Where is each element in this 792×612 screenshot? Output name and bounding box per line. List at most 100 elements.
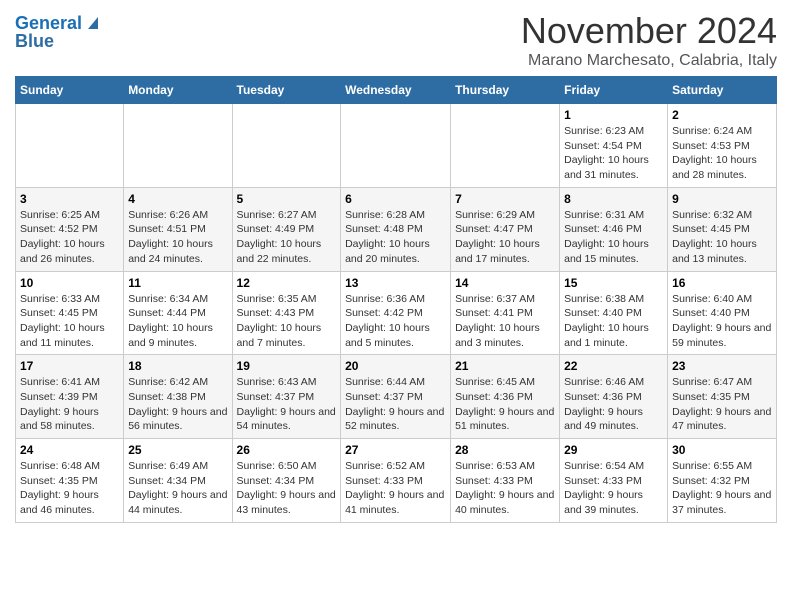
day-info: Sunrise: 6:44 AM Sunset: 4:37 PM Dayligh… [345, 375, 446, 434]
day-number: 1 [564, 108, 663, 122]
day-info: Sunrise: 6:23 AM Sunset: 4:54 PM Dayligh… [564, 124, 663, 183]
day-info: Sunrise: 6:47 AM Sunset: 4:35 PM Dayligh… [672, 375, 772, 434]
day-cell: 8 Sunrise: 6:31 AM Sunset: 4:46 PM Daylig… [560, 187, 668, 271]
col-header-saturday: Saturday [668, 77, 777, 104]
day-cell: 26 Sunrise: 6:50 AM Sunset: 4:34 PM Dayli… [232, 439, 341, 523]
day-cell: 28 Sunrise: 6:53 AM Sunset: 4:33 PM Dayli… [451, 439, 560, 523]
day-number: 21 [455, 359, 555, 373]
day-number: 10 [20, 276, 119, 290]
day-number: 16 [672, 276, 772, 290]
col-header-thursday: Thursday [451, 77, 560, 104]
day-number: 2 [672, 108, 772, 122]
day-info: Sunrise: 6:28 AM Sunset: 4:48 PM Dayligh… [345, 208, 446, 267]
day-info: Sunrise: 6:31 AM Sunset: 4:46 PM Dayligh… [564, 208, 663, 267]
day-cell: 2 Sunrise: 6:24 AM Sunset: 4:53 PM Daylig… [668, 104, 777, 188]
day-info: Sunrise: 6:24 AM Sunset: 4:53 PM Dayligh… [672, 124, 772, 183]
day-info: Sunrise: 6:49 AM Sunset: 4:34 PM Dayligh… [128, 459, 227, 518]
day-cell: 25 Sunrise: 6:49 AM Sunset: 4:34 PM Dayli… [124, 439, 232, 523]
day-cell: 27 Sunrise: 6:52 AM Sunset: 4:33 PM Dayli… [341, 439, 451, 523]
day-info: Sunrise: 6:29 AM Sunset: 4:47 PM Dayligh… [455, 208, 555, 267]
header: General Blue November 2024 Marano Marche… [15, 10, 777, 70]
day-cell: 4 Sunrise: 6:26 AM Sunset: 4:51 PM Daylig… [124, 187, 232, 271]
week-row-4: 17Sunrise: 6:41 AM Sunset: 4:39 PM Dayli… [16, 355, 777, 439]
location: Marano Marchesato, Calabria, Italy [521, 52, 777, 70]
day-number: 28 [455, 443, 555, 457]
col-header-friday: Friday [560, 77, 668, 104]
day-cell: 3Sunrise: 6:25 AM Sunset: 4:52 PM Daylig… [16, 187, 124, 271]
day-cell [451, 104, 560, 188]
day-number: 25 [128, 443, 227, 457]
day-number: 9 [672, 192, 772, 206]
day-cell: 15 Sunrise: 6:38 AM Sunset: 4:40 PM Dayli… [560, 271, 668, 355]
day-number: 23 [672, 359, 772, 373]
day-cell: 22 Sunrise: 6:46 AM Sunset: 4:36 PM Dayli… [560, 355, 668, 439]
day-info: Sunrise: 6:35 AM Sunset: 4:43 PM Dayligh… [237, 292, 337, 351]
day-info: Sunrise: 6:36 AM Sunset: 4:42 PM Dayligh… [345, 292, 446, 351]
day-cell: 14Sunrise: 6:37 AM Sunset: 4:41 PM Dayli… [451, 271, 560, 355]
day-number: 3 [20, 192, 119, 206]
day-cell: 5Sunrise: 6:27 AM Sunset: 4:49 PM Daylig… [232, 187, 341, 271]
day-info: Sunrise: 6:43 AM Sunset: 4:37 PM Dayligh… [237, 375, 337, 434]
week-row-2: 3Sunrise: 6:25 AM Sunset: 4:52 PM Daylig… [16, 187, 777, 271]
day-number: 24 [20, 443, 119, 457]
day-cell: 13Sunrise: 6:36 AM Sunset: 4:42 PM Dayli… [341, 271, 451, 355]
day-info: Sunrise: 6:32 AM Sunset: 4:45 PM Dayligh… [672, 208, 772, 267]
logo-subtext: Blue [15, 32, 54, 52]
week-row-3: 10 Sunrise: 6:33 AM Sunset: 4:45 PM Dayli… [16, 271, 777, 355]
day-info: Sunrise: 6:38 AM Sunset: 4:40 PM Dayligh… [564, 292, 663, 351]
title-area: November 2024 Marano Marchesato, Calabri… [521, 10, 777, 70]
day-cell: 10 Sunrise: 6:33 AM Sunset: 4:45 PM Dayli… [16, 271, 124, 355]
day-info: Sunrise: 6:33 AM Sunset: 4:45 PM Dayligh… [20, 292, 119, 351]
day-cell: 11 Sunrise: 6:34 AM Sunset: 4:44 PM Dayli… [124, 271, 232, 355]
day-number: 14 [455, 276, 555, 290]
day-cell: 16 Sunrise: 6:40 AM Sunset: 4:40 PM Dayli… [668, 271, 777, 355]
day-number: 7 [455, 192, 555, 206]
day-cell: 30Sunrise: 6:55 AM Sunset: 4:32 PM Dayli… [668, 439, 777, 523]
col-header-monday: Monday [124, 77, 232, 104]
day-cell: 7 Sunrise: 6:29 AM Sunset: 4:47 PM Daylig… [451, 187, 560, 271]
week-row-1: 1 Sunrise: 6:23 AM Sunset: 4:54 PM Daylig… [16, 104, 777, 188]
day-number: 22 [564, 359, 663, 373]
day-number: 4 [128, 192, 227, 206]
day-cell: 9 Sunrise: 6:32 AM Sunset: 4:45 PM Daylig… [668, 187, 777, 271]
col-header-sunday: Sunday [16, 77, 124, 104]
day-info: Sunrise: 6:53 AM Sunset: 4:33 PM Dayligh… [455, 459, 555, 518]
day-info: Sunrise: 6:26 AM Sunset: 4:51 PM Dayligh… [128, 208, 227, 267]
day-cell: 17Sunrise: 6:41 AM Sunset: 4:39 PM Dayli… [16, 355, 124, 439]
calendar-table: SundayMondayTuesdayWednesdayThursdayFrid… [15, 76, 777, 523]
day-cell: 21 Sunrise: 6:45 AM Sunset: 4:36 PM Dayli… [451, 355, 560, 439]
day-info: Sunrise: 6:34 AM Sunset: 4:44 PM Dayligh… [128, 292, 227, 351]
month-title: November 2024 [521, 10, 777, 52]
day-info: Sunrise: 6:41 AM Sunset: 4:39 PM Dayligh… [20, 375, 119, 434]
day-number: 19 [237, 359, 337, 373]
day-cell: 23 Sunrise: 6:47 AM Sunset: 4:35 PM Dayli… [668, 355, 777, 439]
logo-arrow-icon [84, 13, 102, 31]
day-cell [232, 104, 341, 188]
day-info: Sunrise: 6:48 AM Sunset: 4:35 PM Dayligh… [20, 459, 119, 518]
day-cell [341, 104, 451, 188]
day-number: 5 [237, 192, 337, 206]
day-cell: 29Sunrise: 6:54 AM Sunset: 4:33 PM Dayli… [560, 439, 668, 523]
day-info: Sunrise: 6:42 AM Sunset: 4:38 PM Dayligh… [128, 375, 227, 434]
day-number: 11 [128, 276, 227, 290]
day-info: Sunrise: 6:40 AM Sunset: 4:40 PM Dayligh… [672, 292, 772, 351]
day-cell: 20Sunrise: 6:44 AM Sunset: 4:37 PM Dayli… [341, 355, 451, 439]
day-info: Sunrise: 6:52 AM Sunset: 4:33 PM Dayligh… [345, 459, 446, 518]
day-number: 26 [237, 443, 337, 457]
day-cell [16, 104, 124, 188]
day-number: 27 [345, 443, 446, 457]
day-cell: 6Sunrise: 6:28 AM Sunset: 4:48 PM Daylig… [341, 187, 451, 271]
day-info: Sunrise: 6:55 AM Sunset: 4:32 PM Dayligh… [672, 459, 772, 518]
day-cell: 24 Sunrise: 6:48 AM Sunset: 4:35 PM Dayli… [16, 439, 124, 523]
day-info: Sunrise: 6:50 AM Sunset: 4:34 PM Dayligh… [237, 459, 337, 518]
day-info: Sunrise: 6:46 AM Sunset: 4:36 PM Dayligh… [564, 375, 663, 434]
day-number: 15 [564, 276, 663, 290]
day-cell: 19 Sunrise: 6:43 AM Sunset: 4:37 PM Dayli… [232, 355, 341, 439]
day-cell: 12Sunrise: 6:35 AM Sunset: 4:43 PM Dayli… [232, 271, 341, 355]
day-number: 8 [564, 192, 663, 206]
day-info: Sunrise: 6:45 AM Sunset: 4:36 PM Dayligh… [455, 375, 555, 434]
header-row: SundayMondayTuesdayWednesdayThursdayFrid… [16, 77, 777, 104]
day-number: 29 [564, 443, 663, 457]
day-number: 18 [128, 359, 227, 373]
day-cell [124, 104, 232, 188]
